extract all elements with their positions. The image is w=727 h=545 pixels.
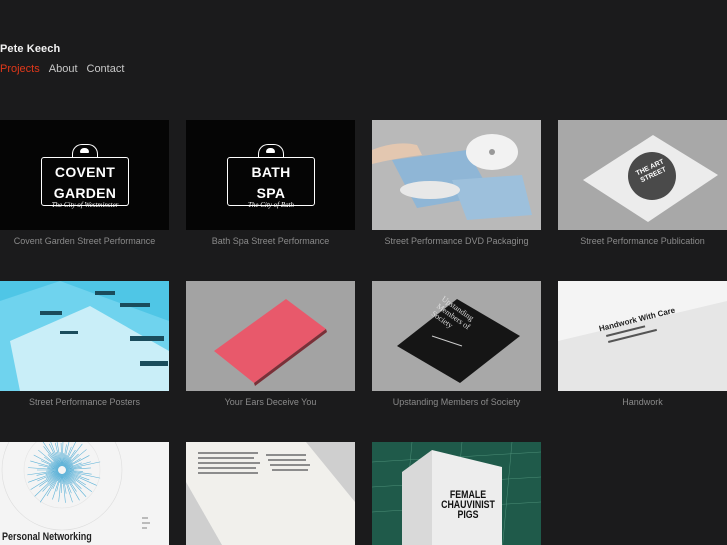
- site-title[interactable]: Pete Keech: [0, 43, 60, 55]
- thumbnail-sign: COVENT GARDEN The City of Westminster: [41, 157, 129, 209]
- project-tile-bath-spa[interactable]: BATH SPA The City of Bath Bath Spa Stree…: [186, 120, 355, 246]
- project-tile-posters[interactable]: Street Performance Posters: [0, 281, 169, 407]
- posters-image: [0, 281, 169, 391]
- main-nav: Projects About Contact: [0, 63, 124, 75]
- project-caption[interactable]: Covent Garden Street Performance: [0, 236, 169, 246]
- magazine-image: [186, 442, 355, 545]
- pigs-cover-text: FEMALE CHAUVINIST PIGS: [441, 489, 495, 521]
- book-image: [397, 299, 520, 383]
- project-caption[interactable]: Street Performance Posters: [0, 397, 169, 407]
- project-tile-handwork[interactable]: Handwork With Care Handwork: [558, 281, 727, 407]
- nav-contact[interactable]: Contact: [87, 63, 125, 75]
- project-thumbnail[interactable]: [372, 120, 541, 230]
- crown-icon: [72, 144, 98, 158]
- project-caption[interactable]: Your Ears Deceive You: [186, 397, 355, 407]
- project-tile-covent-garden[interactable]: COVENT GARDEN The City of Westminster Co…: [0, 120, 169, 246]
- project-thumbnail[interactable]: COVENT GARDEN The City of Westminster: [0, 120, 169, 230]
- project-tile-upstanding[interactable]: Upstanding Members of Society Upstanding…: [372, 281, 541, 407]
- project-thumbnail[interactable]: Handwork With Care: [558, 281, 727, 391]
- project-tile-dvd-packaging[interactable]: Street Performance DVD Packaging: [372, 120, 541, 246]
- handwork-image: [558, 301, 727, 391]
- project-thumbnail[interactable]: [186, 442, 355, 545]
- nav-projects[interactable]: Projects: [0, 63, 40, 75]
- project-caption[interactable]: Handwork: [558, 397, 727, 407]
- project-caption[interactable]: Bath Spa Street Performance: [186, 236, 355, 246]
- project-thumbnail[interactable]: Personal Networking: [0, 442, 169, 545]
- project-thumbnail[interactable]: [186, 281, 355, 391]
- network-title-text: Personal Networking: [2, 531, 92, 543]
- project-caption[interactable]: Upstanding Members of Society: [372, 397, 541, 407]
- project-thumbnail[interactable]: [0, 281, 169, 391]
- book-image: [214, 299, 327, 386]
- network-diagram-image: [1, 442, 150, 531]
- project-tile-female-chauvinist-pigs[interactable]: FEMALE CHAUVINIST PIGS: [372, 442, 541, 545]
- project-thumbnail[interactable]: BATH SPA The City of Bath: [186, 120, 355, 230]
- project-tile-article[interactable]: [186, 442, 355, 545]
- nav-about[interactable]: About: [49, 63, 78, 75]
- project-thumbnail[interactable]: FEMALE CHAUVINIST PIGS: [372, 442, 541, 545]
- crown-icon: [258, 144, 284, 158]
- project-thumbnail[interactable]: THE ART STREET: [558, 120, 727, 230]
- project-caption[interactable]: Street Performance Publication: [558, 236, 727, 246]
- thumbnail-sign: BATH SPA The City of Bath: [227, 157, 315, 209]
- project-tile-your-ears[interactable]: Your Ears Deceive You: [186, 281, 355, 407]
- project-thumbnail[interactable]: Upstanding Members of Society: [372, 281, 541, 391]
- dvd-packaging-image: [372, 134, 532, 220]
- project-caption[interactable]: Street Performance DVD Packaging: [372, 236, 541, 246]
- project-tile-personal-networking[interactable]: Personal Networking: [0, 442, 169, 545]
- project-tile-publication[interactable]: THE ART STREET Street Performance Public…: [558, 120, 727, 246]
